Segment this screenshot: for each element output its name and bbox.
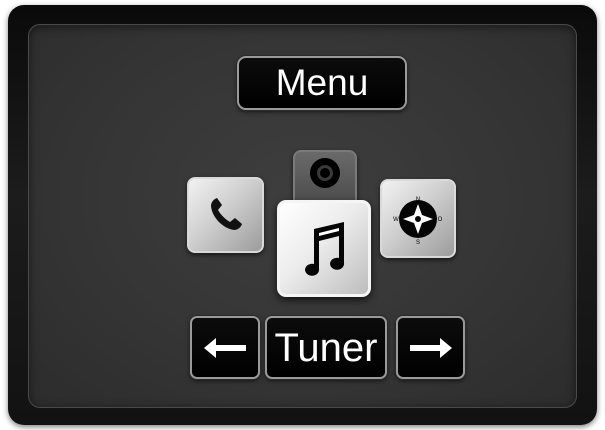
- svg-text:O: O: [438, 217, 443, 223]
- svg-text:N: N: [416, 197, 420, 203]
- svg-text:S: S: [416, 240, 420, 245]
- previous-button[interactable]: [190, 316, 260, 379]
- menu-item-phone[interactable]: [187, 177, 264, 253]
- arrow-left-icon: [202, 335, 248, 361]
- tuner-button[interactable]: Tuner: [265, 316, 387, 379]
- menu-item-music[interactable]: [277, 200, 371, 297]
- menu-title-button[interactable]: Menu: [237, 56, 407, 110]
- compass-icon: N S W O: [392, 193, 444, 245]
- arrow-right-icon: [408, 335, 454, 361]
- svg-text:W: W: [393, 217, 399, 223]
- music-note-icon: [296, 219, 352, 279]
- phone-icon: [206, 195, 246, 235]
- disc-icon: [308, 156, 342, 190]
- next-button[interactable]: [396, 316, 465, 379]
- menu-item-navigation[interactable]: N S W O: [380, 179, 456, 258]
- tuner-label: Tuner: [274, 325, 378, 370]
